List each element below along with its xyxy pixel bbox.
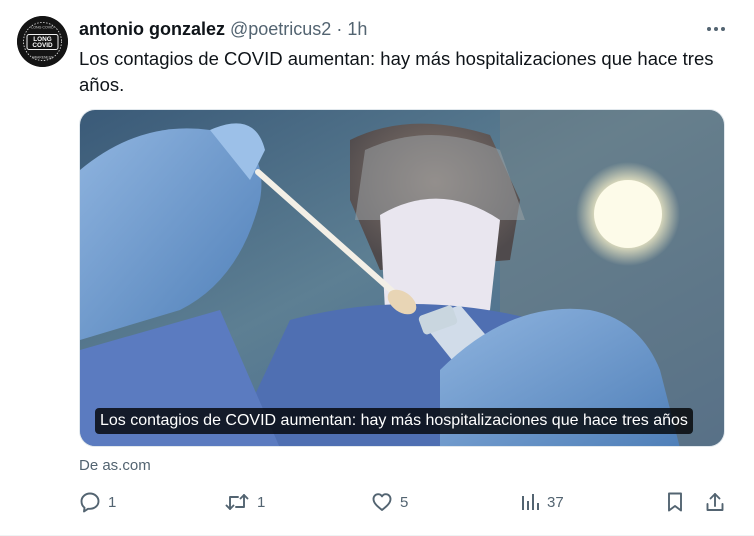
card-image: [80, 110, 724, 446]
tweet-time[interactable]: 1h: [347, 19, 367, 40]
bookmark-icon: [665, 491, 685, 513]
retweet-count: 1: [257, 493, 266, 511]
like-button[interactable]: 5: [371, 488, 408, 516]
action-bar: 1 1 5 37: [79, 488, 729, 516]
card-source[interactable]: De as.com: [79, 457, 151, 474]
views-button[interactable]: 37: [520, 488, 564, 516]
link-card[interactable]: Los contagios de COVID aumentan: hay más…: [79, 109, 725, 447]
separator-dot: ·: [336, 18, 343, 39]
card-caption: Los contagios de COVID aumentan: hay más…: [95, 408, 693, 434]
views-icon: [520, 492, 540, 512]
avatar-text-top: LONG COVID: [31, 26, 54, 30]
reply-count: 1: [108, 493, 117, 511]
reply-icon: [79, 491, 101, 513]
reply-button[interactable]: 1: [79, 488, 116, 516]
tweet-header: antonio gonzalez @poetricus2 · 1h: [79, 17, 367, 41]
more-icon: [706, 26, 726, 32]
retweet-icon: [224, 491, 250, 513]
views-count: 37: [547, 493, 564, 511]
avatar-text-bottom: AWARENESS: [32, 56, 54, 60]
tweet-text: Los contagios de COVID aumentan: hay más…: [79, 48, 714, 95]
retweet-button[interactable]: 1: [224, 488, 265, 516]
author-name[interactable]: antonio gonzalez: [79, 19, 225, 40]
author-handle[interactable]: @poetricus2: [230, 19, 331, 40]
share-icon: [704, 491, 726, 513]
avatar-text-line2: COVID: [32, 42, 53, 49]
more-button[interactable]: [702, 17, 730, 41]
heart-icon: [371, 491, 393, 513]
tweet[interactable]: LONG COVID LONG COVID AWARENESS antonio …: [0, 0, 754, 536]
bookmark-button[interactable]: [665, 488, 685, 516]
like-count: 5: [400, 493, 409, 511]
avatar[interactable]: LONG COVID LONG COVID AWARENESS: [17, 16, 68, 67]
share-button[interactable]: [704, 488, 726, 516]
